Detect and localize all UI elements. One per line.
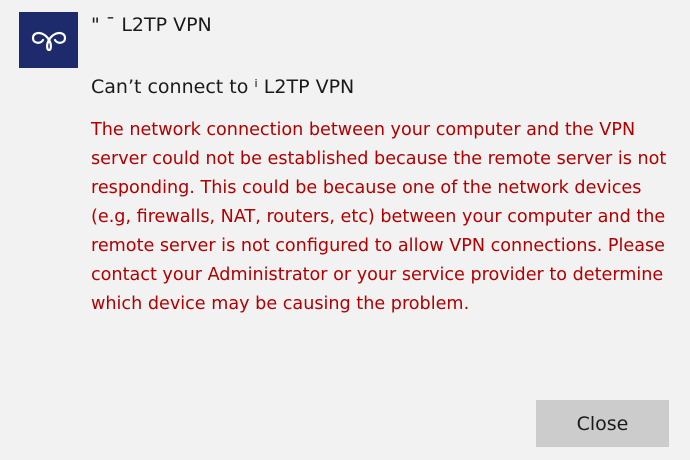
error-heading: Can’t connect to ⁱ L2TP VPN [91, 76, 355, 98]
error-message: The network connection between your comp… [91, 120, 667, 314]
connection-title: " ˉ L2TP VPN [91, 14, 212, 36]
vpn-app-icon [19, 12, 78, 68]
vpn-knot-icon [31, 31, 66, 52]
close-button[interactable]: Close [536, 400, 669, 447]
vpn-error-dialog: " ˉ L2TP VPN Can’t connect to ⁱ L2TP VPN… [0, 0, 690, 460]
